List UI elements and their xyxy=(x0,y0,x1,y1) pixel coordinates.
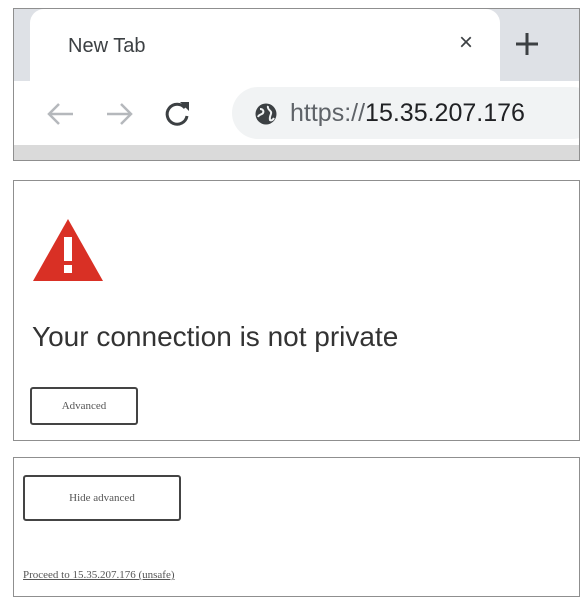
url-scheme: https:// xyxy=(290,99,366,127)
browser-tab[interactable]: New Tab × xyxy=(30,9,500,81)
back-button[interactable] xyxy=(44,97,78,131)
error-panel: Your connection is not private Advanced xyxy=(13,180,580,441)
plus-icon xyxy=(516,33,538,55)
url-text: https://15.35.207.176 xyxy=(290,99,525,128)
forward-button[interactable] xyxy=(102,97,136,131)
tab-title: New Tab xyxy=(68,35,146,57)
advanced-button[interactable]: Advanced xyxy=(30,387,138,425)
reload-button[interactable] xyxy=(160,97,194,131)
page-title: Your connection is not private xyxy=(32,321,399,352)
browser-toolbar: https://15.35.207.176 xyxy=(14,81,579,145)
advanced-panel: Hide advanced Proceed to 15.35.207.176 (… xyxy=(13,457,580,597)
browser-window: New Tab × https://15.35.207.176 xyxy=(13,8,580,161)
back-arrow-icon xyxy=(47,103,73,125)
reload-icon xyxy=(165,102,189,126)
tab-close-button[interactable]: × xyxy=(452,29,480,57)
hide-advanced-button[interactable]: Hide advanced xyxy=(23,475,181,521)
warning-triangle-icon xyxy=(33,219,103,281)
address-bar[interactable]: https://15.35.207.176 xyxy=(232,87,579,139)
url-host: 15.35.207.176 xyxy=(365,99,525,127)
proceed-unsafe-link[interactable]: Proceed to 15.35.207.176 (unsafe) xyxy=(23,569,175,581)
forward-arrow-icon xyxy=(107,103,133,125)
globe-icon[interactable] xyxy=(254,102,278,126)
toolbar-divider xyxy=(14,145,579,160)
new-tab-button[interactable] xyxy=(510,27,544,61)
